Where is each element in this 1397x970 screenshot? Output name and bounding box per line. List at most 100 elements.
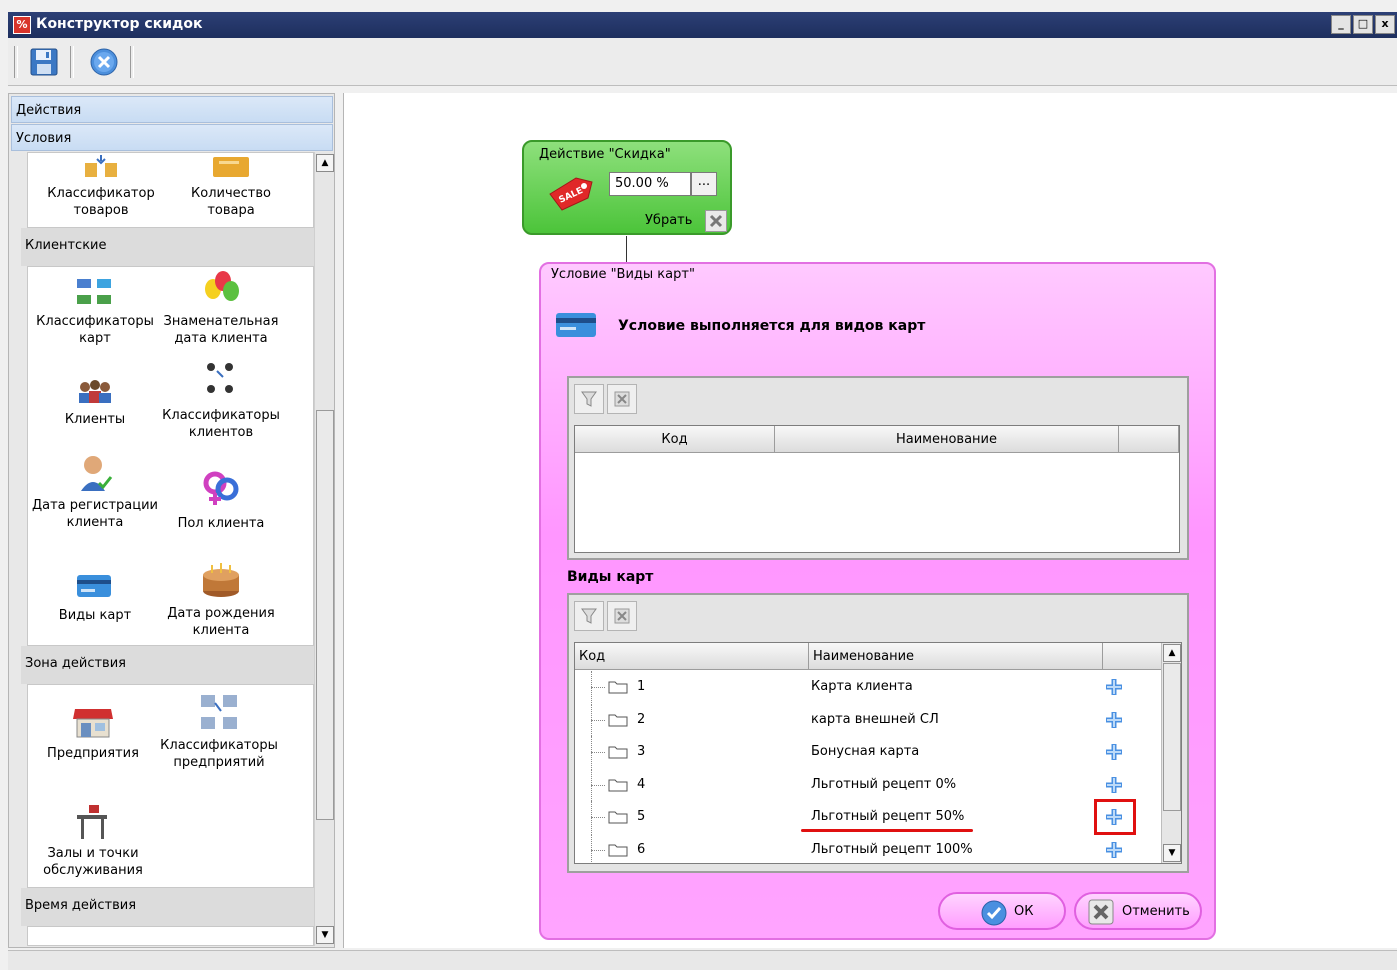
row-name: Льготный рецепт 0% xyxy=(811,776,957,792)
table-row[interactable]: 5 Льготный рецепт 50% xyxy=(575,799,1161,836)
card-types-grid[interactable]: Код Наименование 1 Карта клиента 2 карта… xyxy=(574,642,1182,864)
selected-card-types-panel: Код Наименование xyxy=(567,376,1189,560)
section-header-clients[interactable]: Клиентские xyxy=(21,228,318,266)
action-node-discount[interactable]: Действие "Скидка" SALE 50.00 % ... Убрат… xyxy=(522,140,732,235)
table-row[interactable]: 2 карта внешней СЛ xyxy=(575,703,1161,736)
enterprise-classifier-icon xyxy=(201,695,237,729)
tile-client-classifiers[interactable]: Классификаторы клиентов xyxy=(156,359,286,441)
app-icon: % xyxy=(13,16,31,34)
tile-label: Пол клиента xyxy=(177,516,265,531)
cancel-button[interactable]: Отменить xyxy=(1074,892,1202,930)
add-card-type-button[interactable] xyxy=(1103,709,1125,731)
clients-icon xyxy=(79,380,111,403)
card-types-panel: Код Наименование 1 Карта клиента 2 карта… xyxy=(567,593,1189,873)
remove-action-button[interactable] xyxy=(705,210,727,232)
scroll-thumb[interactable] xyxy=(316,410,334,820)
close-icon xyxy=(709,214,723,228)
scroll-up-arrow[interactable]: ▲ xyxy=(316,154,334,172)
maximize-button[interactable]: □ xyxy=(1353,15,1373,34)
close-button[interactable]: x xyxy=(1375,15,1395,34)
table-row[interactable]: 3 Бонусная карта xyxy=(575,736,1161,769)
sale-tag-icon: SALE xyxy=(549,177,593,211)
cancel-circle-icon xyxy=(90,48,118,76)
tile-goods-classifier[interactable]: Классификатор товаров xyxy=(36,153,166,219)
row-code: 1 xyxy=(637,679,646,694)
discount-value-field[interactable]: 50.00 % xyxy=(609,172,691,196)
tile-card-types[interactable]: Виды карт xyxy=(30,569,160,624)
minimize-button[interactable]: _ xyxy=(1331,15,1351,34)
selected-card-types-grid[interactable]: Код Наименование xyxy=(574,425,1180,553)
tile-label: Количество товара xyxy=(191,186,271,218)
column-header-code[interactable]: Код xyxy=(575,426,775,453)
section-header-zone[interactable]: Зона действия xyxy=(21,646,318,684)
grid-scrollbar[interactable]: ▲ ▼ xyxy=(1161,643,1181,863)
column-header-name[interactable]: Наименование xyxy=(809,643,1103,670)
add-card-type-button[interactable] xyxy=(1103,741,1125,763)
toolbar-grip xyxy=(14,46,18,78)
discount-value-picker-button[interactable]: ... xyxy=(691,172,717,196)
tile-halls-service-points[interactable]: Залы и точки обслуживания xyxy=(28,803,158,879)
table-row[interactable]: 4 Льготный рецепт 0% xyxy=(575,768,1161,801)
scroll-thumb[interactable] xyxy=(1163,663,1181,811)
section-header-time[interactable]: Время действия xyxy=(21,888,318,926)
scroll-down-arrow[interactable]: ▼ xyxy=(316,926,334,944)
tile-goods-quantity[interactable]: Количество товара xyxy=(166,153,296,219)
condition-description: Условие выполняется для видов карт xyxy=(618,318,926,334)
ok-button-label: ОК xyxy=(1014,903,1034,919)
clear-filter-icon xyxy=(614,608,630,624)
row-name: Бонусная карта xyxy=(811,744,920,760)
scroll-up-arrow[interactable]: ▲ xyxy=(1163,644,1181,662)
column-header-code[interactable]: Код xyxy=(575,643,809,670)
toolbox-scrollbar[interactable]: ▲ ▼ xyxy=(314,152,334,946)
clear-filter-button[interactable] xyxy=(607,384,637,414)
filter-button[interactable] xyxy=(574,601,604,631)
tile-enterprises[interactable]: Предприятия xyxy=(28,705,158,762)
save-button[interactable] xyxy=(28,46,60,78)
tree-branch xyxy=(591,817,605,819)
tile-enterprise-classifiers[interactable]: Классификаторы предприятий xyxy=(154,693,284,771)
ok-button[interactable]: ОК xyxy=(938,892,1066,930)
table-row[interactable]: 1 Карта клиента xyxy=(575,671,1161,703)
accordion-conditions[interactable]: Условия xyxy=(11,124,333,151)
row-name: Карта клиента xyxy=(811,679,913,694)
condition-node-card-types[interactable]: Условие "Виды карт" Условие выполняется … xyxy=(539,262,1216,940)
tile-memorable-date[interactable]: Знаменательная дата клиента xyxy=(156,269,286,347)
tile-card-classifiers[interactable]: Классификаторы карт xyxy=(30,275,160,347)
row-code: 5 xyxy=(637,809,646,825)
table-row[interactable]: 6 Льготный рецепт 100% xyxy=(575,834,1161,863)
add-card-type-button[interactable] xyxy=(1103,839,1125,861)
cancel-toolbar-button[interactable] xyxy=(88,46,120,78)
registration-date-icon xyxy=(81,456,113,491)
tile-label: Виды карт xyxy=(58,608,132,623)
add-card-type-button[interactable] xyxy=(1103,774,1125,796)
balloons-icon xyxy=(205,271,239,301)
tile-label: Дата рождения клиента xyxy=(167,606,275,638)
row-code: 4 xyxy=(637,776,646,792)
tile-clients[interactable]: Клиенты xyxy=(30,377,160,428)
scroll-down-arrow[interactable]: ▼ xyxy=(1163,844,1181,862)
ok-check-icon xyxy=(981,900,1007,926)
goods-classifier-icon xyxy=(85,155,117,177)
plus-icon xyxy=(1106,679,1122,695)
clients-section-body: Классификаторы карт Знаменательная дата … xyxy=(27,266,314,646)
folder-icon xyxy=(608,681,628,694)
tile-registration-date[interactable]: Дата регистрации клиента xyxy=(30,453,160,531)
folder-icon xyxy=(608,844,628,857)
tile-label: Залы и точки обслуживания xyxy=(43,846,143,878)
clear-filter-button[interactable] xyxy=(607,601,637,631)
tile-label: Классификаторы клиентов xyxy=(162,408,280,440)
tile-birthday[interactable]: Дата рождения клиента xyxy=(156,561,286,639)
tile-client-gender[interactable]: Пол клиента xyxy=(156,467,286,532)
goods-section-body: Классификатор товаров Количество товара xyxy=(27,152,314,228)
filter-icon xyxy=(581,391,597,407)
filter-icon xyxy=(581,608,597,624)
tile-label: Предприятия xyxy=(47,746,139,761)
add-card-type-button[interactable] xyxy=(1103,676,1125,698)
tile-label: Знаменательная дата клиента xyxy=(163,314,279,346)
folder-icon xyxy=(608,746,628,759)
filter-button[interactable] xyxy=(574,384,604,414)
accordion-actions[interactable]: Действия xyxy=(11,96,333,123)
plus-icon xyxy=(1106,744,1122,761)
column-header-name[interactable]: Наименование xyxy=(775,426,1119,453)
window-controls: _ □ x xyxy=(1331,15,1395,34)
